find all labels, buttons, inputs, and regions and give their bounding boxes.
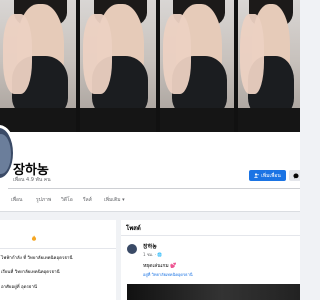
cover-photo-panel-1 <box>0 0 76 132</box>
flame-icon <box>31 235 37 241</box>
intro-divider <box>0 248 116 249</box>
add-friend-button[interactable]: เพิ่มเพื่อน <box>249 170 286 181</box>
post-author[interactable]: 장하농 <box>143 243 157 250</box>
tab-reels[interactable]: รีลส์ <box>83 196 92 204</box>
cover-photo-panel-4 <box>238 0 300 132</box>
friends-count[interactable]: เพื่อน 4.9 พัน คน <box>13 176 51 184</box>
post-photo[interactable] <box>127 284 300 300</box>
add-friend-icon <box>254 173 259 178</box>
message-button[interactable] <box>289 170 300 181</box>
intro-location: อาศัยอยู่ที่ อุดรธานี <box>1 285 37 290</box>
posts-title: โพสต์ <box>126 225 141 232</box>
tab-photos[interactable]: รูปภาพ <box>36 196 51 204</box>
add-friend-label: เพิ่มเพื่อน <box>261 172 281 179</box>
intro-education: เรียนที่ วิทยาลัยเทคนิคอุดรธานี <box>1 270 60 275</box>
cover-photo-panel-3 <box>160 0 234 132</box>
header-divider <box>8 188 300 189</box>
messenger-icon <box>293 172 299 179</box>
posts-divider <box>121 235 300 236</box>
profile-tabs: เพื่อน รูปภาพ วิดีโอ รีลส์ เพิ่มเติม ▾ <box>0 196 300 208</box>
post-text: หยุดเล่นเกม 💕 <box>143 263 177 269</box>
intro-work: ไฟฟ้ากำลัง ที่ วิทยาลัยเทคนิคอุดรธานี <box>1 256 73 261</box>
post-avatar[interactable] <box>127 244 137 254</box>
tab-more[interactable]: เพิ่มเติม ▾ <box>104 196 125 204</box>
cover-photo[interactable] <box>0 0 300 132</box>
cover-photo-panel-2 <box>80 0 156 132</box>
post-timestamp[interactable]: 1 ชม. · 🌐 <box>143 251 162 258</box>
tab-friends[interactable]: เพื่อน <box>11 196 22 204</box>
tab-videos[interactable]: วิดีโอ <box>61 196 73 204</box>
profile-page: 장하농 เพื่อน 4.9 พัน คน เพิ่มเพื่อน เพื่อน… <box>0 0 300 300</box>
post-location[interactable]: อยู่ที่ วิทยาลัยเทคนิคอุดรธานี <box>143 271 193 278</box>
